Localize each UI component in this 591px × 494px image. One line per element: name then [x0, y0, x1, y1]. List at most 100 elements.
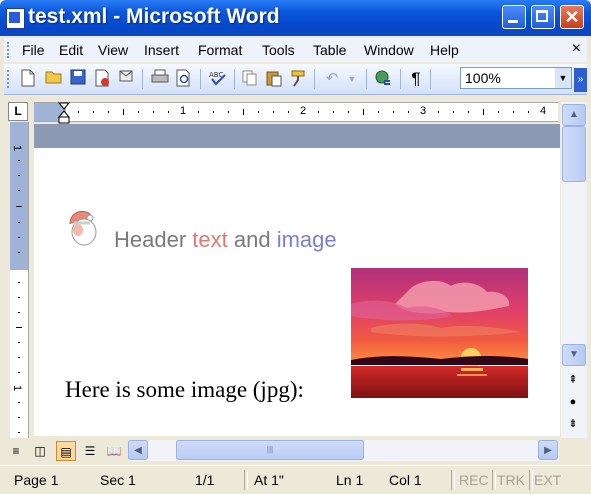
- header-word: Header: [114, 227, 193, 252]
- menu-file[interactable]: File: [22, 42, 45, 58]
- permission-icon[interactable]: [92, 69, 112, 89]
- tab-selector[interactable]: L: [8, 102, 28, 121]
- body-paragraph[interactable]: Here is some image (jpg):: [65, 377, 304, 403]
- scroll-down-button[interactable]: ▼: [562, 344, 586, 366]
- ruler-number: 1: [11, 384, 24, 392]
- menu-format[interactable]: Format: [198, 42, 242, 58]
- toolbar-grip[interactable]: [7, 70, 12, 88]
- ruler-number: 2: [300, 105, 307, 117]
- normal-view-icon[interactable]: ≡: [6, 441, 26, 461]
- status-separator: [244, 470, 248, 490]
- menu-insert[interactable]: Insert: [144, 42, 179, 58]
- header-word: image: [276, 227, 337, 252]
- status-page: Page 1: [14, 472, 59, 488]
- document-area[interactable]: Header text and image Here is some image…: [34, 124, 560, 436]
- vertical-scroll-thumb[interactable]: [562, 126, 586, 182]
- format-painter-icon[interactable]: [288, 69, 308, 89]
- menu-edit[interactable]: Edit: [59, 42, 83, 58]
- sunset-image[interactable]: [351, 268, 528, 398]
- zoom-value: 100%: [465, 70, 501, 86]
- maximize-icon: [536, 10, 548, 22]
- paste-icon[interactable]: [264, 69, 284, 89]
- title-bar: test.xml - Microsoft Word ✕: [0, 0, 591, 36]
- reading-layout-icon[interactable]: 📖: [104, 441, 124, 461]
- header-text[interactable]: Header text and image: [114, 227, 337, 253]
- web-layout-icon[interactable]: ◫: [30, 441, 50, 461]
- ruler-number: 1: [11, 144, 24, 152]
- menu-tools[interactable]: Tools: [262, 42, 295, 58]
- status-bar: Page 1 Sec 1 1/1 At 1" Ln 1 Col 1 REC TR…: [0, 465, 591, 494]
- status-line: Ln 1: [336, 472, 364, 488]
- scroll-up-button[interactable]: ▲: [562, 104, 586, 126]
- menu-table[interactable]: Table: [313, 42, 346, 58]
- close-icon: ✕: [564, 7, 580, 27]
- close-button[interactable]: ✕: [560, 5, 584, 29]
- vertical-scrollbar[interactable]: ▲ ▼ ⇞ ● ⇟: [561, 102, 587, 438]
- show-formatting-icon[interactable]: ¶: [406, 69, 426, 89]
- toolbar-separator: [234, 69, 235, 89]
- minimize-icon: [508, 20, 518, 23]
- undo-icon[interactable]: ↶: [322, 69, 342, 89]
- scroll-left-button[interactable]: ◀: [128, 440, 148, 460]
- word-document-icon[interactable]: [6, 8, 25, 29]
- print-preview-icon[interactable]: [174, 69, 194, 89]
- santa-clipart-icon: [64, 208, 104, 248]
- indent-marker[interactable]: [57, 102, 71, 124]
- toolbar-separator: [366, 69, 367, 89]
- window-title: test.xml - Microsoft Word: [28, 5, 280, 28]
- previous-page-icon[interactable]: ⇞: [565, 372, 581, 388]
- spelling-icon[interactable]: ABC: [208, 69, 228, 89]
- print-layout-icon[interactable]: ▤: [56, 441, 76, 461]
- ruler-number: 4: [540, 105, 547, 117]
- status-separator: [492, 470, 496, 490]
- minimize-button[interactable]: [502, 5, 526, 29]
- zoom-select[interactable]: 100% ▼: [460, 67, 572, 89]
- status-page-count: 1/1: [195, 472, 215, 488]
- toolbar-separator: [142, 69, 143, 89]
- status-trk[interactable]: TRK: [497, 470, 525, 490]
- outline-view-icon[interactable]: ☰: [80, 441, 100, 461]
- hyperlink-icon[interactable]: [374, 69, 394, 89]
- new-document-icon[interactable]: [18, 69, 38, 89]
- menu-view[interactable]: View: [98, 42, 128, 58]
- page-gap: [34, 124, 560, 148]
- status-column: Col 1: [389, 472, 422, 488]
- status-section: Sec 1: [100, 472, 136, 488]
- status-rec[interactable]: REC: [459, 470, 489, 490]
- menu-bar: File Edit View Insert Format Tools Table…: [4, 38, 587, 62]
- status-separator: [529, 470, 533, 490]
- status-position: At 1": [254, 472, 284, 488]
- zoom-dropdown-icon[interactable]: ▼: [555, 68, 571, 88]
- ruler-number: 3: [420, 105, 427, 117]
- maximize-button[interactable]: [531, 5, 555, 29]
- status-separator: [451, 470, 455, 490]
- save-icon[interactable]: [68, 69, 88, 89]
- ruler-number: 1: [180, 105, 187, 117]
- header-word: text: [192, 227, 228, 252]
- copy-icon[interactable]: [240, 69, 260, 89]
- menu-window[interactable]: Window: [364, 42, 414, 58]
- status-ext[interactable]: EXT: [534, 470, 561, 490]
- next-page-icon[interactable]: ⇟: [565, 416, 581, 432]
- toolbar-separator: [200, 69, 201, 89]
- standard-toolbar: ABC ↶ ▼ ¶ 100% ▼ »: [4, 64, 587, 95]
- email-icon[interactable]: [116, 69, 136, 89]
- toolbar-separator: [314, 69, 315, 89]
- horizontal-scroll-thumb[interactable]: |||: [176, 440, 364, 460]
- toolbar-options-icon[interactable]: »: [574, 68, 587, 92]
- header-word: and: [227, 227, 277, 252]
- undo-dropdown-icon[interactable]: ▼: [342, 69, 362, 89]
- vertical-ruler[interactable]: 1 1: [10, 122, 29, 442]
- toolbar-separator: [400, 69, 401, 89]
- menu-help[interactable]: Help: [430, 42, 459, 58]
- select-browse-object-icon[interactable]: ●: [565, 394, 581, 410]
- horizontal-scrollbar[interactable]: ◀ ||| ▶: [128, 440, 559, 461]
- toolbar-separator: [430, 69, 431, 89]
- horizontal-ruler[interactable]: 1 2 3 4: [34, 102, 558, 122]
- view-buttons: ≡ ◫ ▤ ☰ 📖: [4, 438, 128, 464]
- print-icon[interactable]: [150, 69, 170, 89]
- scroll-right-button[interactable]: ▶: [538, 440, 558, 460]
- open-folder-icon[interactable]: [44, 69, 64, 89]
- close-document-button[interactable]: ×: [572, 40, 581, 58]
- menubar-grip[interactable]: [7, 42, 12, 58]
